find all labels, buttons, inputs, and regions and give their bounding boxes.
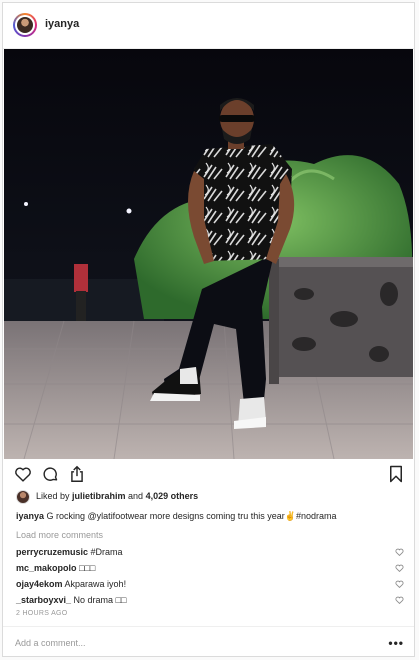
post-caption: iyanya G rocking @ylatifootwear more des… — [16, 511, 337, 522]
comment-text: Akparawa iyoh! — [62, 579, 127, 589]
comment-like-icon[interactable] — [395, 548, 404, 558]
avatar[interactable] — [13, 13, 37, 37]
caption-text: G rocking @ylatifootwear more designs co… — [44, 511, 337, 521]
action-bar — [3, 459, 414, 489]
comment-row: _starboyxvi_ No drama □□ — [16, 595, 406, 607]
bookmark-icon[interactable] — [389, 465, 403, 488]
share-icon[interactable] — [69, 465, 85, 488]
comment-username[interactable]: ojay4ekom — [16, 579, 63, 589]
post-timestamp[interactable]: 2 HOURS AGO — [16, 610, 68, 617]
more-options-icon[interactable]: ••• — [388, 636, 404, 650]
comment-row: mc_makopolo □□□ — [16, 563, 406, 575]
comment-like-icon[interactable] — [395, 580, 404, 590]
comment-username[interactable]: _starboyxvi_ — [16, 595, 71, 605]
comment-bubble-icon[interactable] — [42, 466, 59, 488]
load-more-comments-link[interactable]: Load more comments — [16, 530, 103, 540]
likes-count[interactable]: 4,029 others — [146, 491, 199, 501]
comment-username[interactable]: perrycruzemusic — [16, 547, 88, 557]
comment-username[interactable]: mc_makopolo — [16, 563, 77, 573]
post-card: iyanya Liked by julietibrahim and 4,029 … — [2, 2, 415, 657]
comment-like-icon[interactable] — [395, 596, 404, 606]
post-header: iyanya — [3, 3, 414, 49]
comment-row: perrycruzemusic #Drama — [16, 547, 406, 559]
caption-username[interactable]: iyanya — [16, 511, 44, 521]
comment-text: □□□ — [76, 563, 96, 573]
add-comment-bar: ••• — [3, 626, 414, 658]
add-comment-input[interactable] — [15, 636, 355, 650]
comment-row: ojay4ekom Akparawa iyoh! — [16, 579, 406, 591]
comment-text: No drama □□ — [71, 595, 127, 605]
liker-username[interactable]: julietibrahim — [72, 491, 126, 501]
post-username[interactable]: iyanya — [45, 18, 79, 30]
liker-avatar[interactable] — [16, 490, 30, 504]
heart-outline-icon[interactable] — [14, 466, 32, 487]
comment-text: #Drama — [88, 547, 123, 557]
post-photo[interactable] — [4, 49, 413, 459]
comment-like-icon[interactable] — [395, 564, 404, 574]
